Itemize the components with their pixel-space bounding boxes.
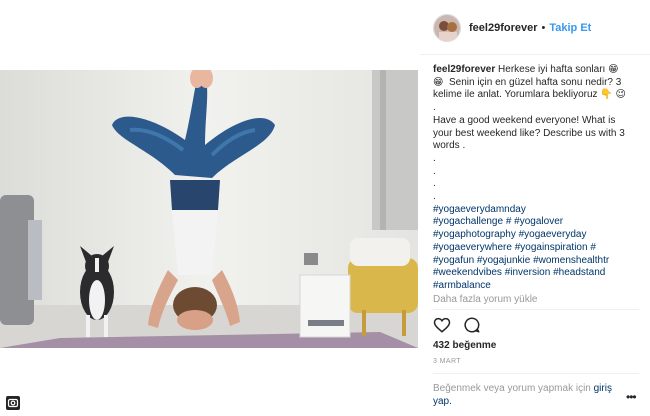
hashtag-line[interactable]: #yogaeverywhere #yogainspiration # xyxy=(433,242,633,255)
hashtag-line[interactable]: #yogachallenge # #yogalover xyxy=(433,216,633,229)
more-options-icon[interactable]: ••• xyxy=(626,390,637,404)
post-header: feel29forever • Takip Et xyxy=(433,14,591,42)
caption-line: . xyxy=(433,102,436,114)
username-link[interactable]: feel29forever xyxy=(469,22,538,34)
post-date: 3 MART xyxy=(433,358,461,365)
comment-icon xyxy=(464,317,480,333)
avatar-image xyxy=(434,15,460,41)
hashtag-line[interactable]: #yogafun #yogajunkie #womenshealthtr xyxy=(433,255,633,268)
caption-line: words . xyxy=(433,140,466,152)
caption-line: . xyxy=(433,152,436,164)
caption-line: Have a good weekend everyone! What is xyxy=(433,114,616,126)
caption-line: kelime ile anlat. Yorumlara bekliyoruz 👇… xyxy=(433,89,626,101)
follow-button[interactable]: Takip Et xyxy=(549,22,591,34)
post-side-panel: feel29forever • Takip Et feel29forever H… xyxy=(420,0,650,416)
caption-line: your best weekend like? Describe us with… xyxy=(433,127,625,139)
post-photo[interactable] xyxy=(0,70,418,348)
caption-line: 😁 Senin için en güzel hafta sonu nedir? … xyxy=(433,76,622,88)
login-prompt: Beğenmek veya yorum yapmak için giriş ya… xyxy=(433,382,633,408)
yoga-headstand-photo xyxy=(0,70,418,348)
comment-button[interactable] xyxy=(463,316,481,334)
comments-divider xyxy=(433,309,639,310)
caption-username[interactable]: feel29forever xyxy=(433,64,495,75)
hashtag-line[interactable]: #weekendvibes #inversion #headstand xyxy=(433,267,633,280)
avatar[interactable] xyxy=(433,14,461,42)
login-divider xyxy=(433,373,639,374)
hashtag-line[interactable]: #yogaeverydamnday xyxy=(433,204,633,217)
hashtag-line[interactable]: #yogaphotography #yogaeveryday xyxy=(433,229,633,242)
heart-icon xyxy=(433,317,451,333)
login-link-suffix[interactable]: yap. xyxy=(433,396,452,407)
load-more-comments-link[interactable]: Daha fazla yorum yükle xyxy=(433,294,538,305)
instagram-camera-icon[interactable] xyxy=(6,396,20,410)
caption-line: . xyxy=(433,165,436,177)
post-actions xyxy=(433,316,481,334)
separator-dot: • xyxy=(541,22,546,34)
like-button[interactable] xyxy=(433,316,451,334)
post-caption: feel29forever Herkese iyi hafta sonları … xyxy=(433,64,633,293)
caption-line: . xyxy=(433,178,436,190)
caption-line: . xyxy=(433,191,436,203)
likes-count[interactable]: 432 beğenme xyxy=(433,340,496,351)
header-divider xyxy=(420,54,650,55)
caption-line: Herkese iyi hafta sonları 😁 xyxy=(495,64,619,75)
login-prefix: Beğenmek veya yorum yapmak için xyxy=(433,383,594,394)
hashtag-line[interactable]: #armbalance xyxy=(433,280,633,293)
login-link[interactable]: giriş xyxy=(594,383,612,394)
